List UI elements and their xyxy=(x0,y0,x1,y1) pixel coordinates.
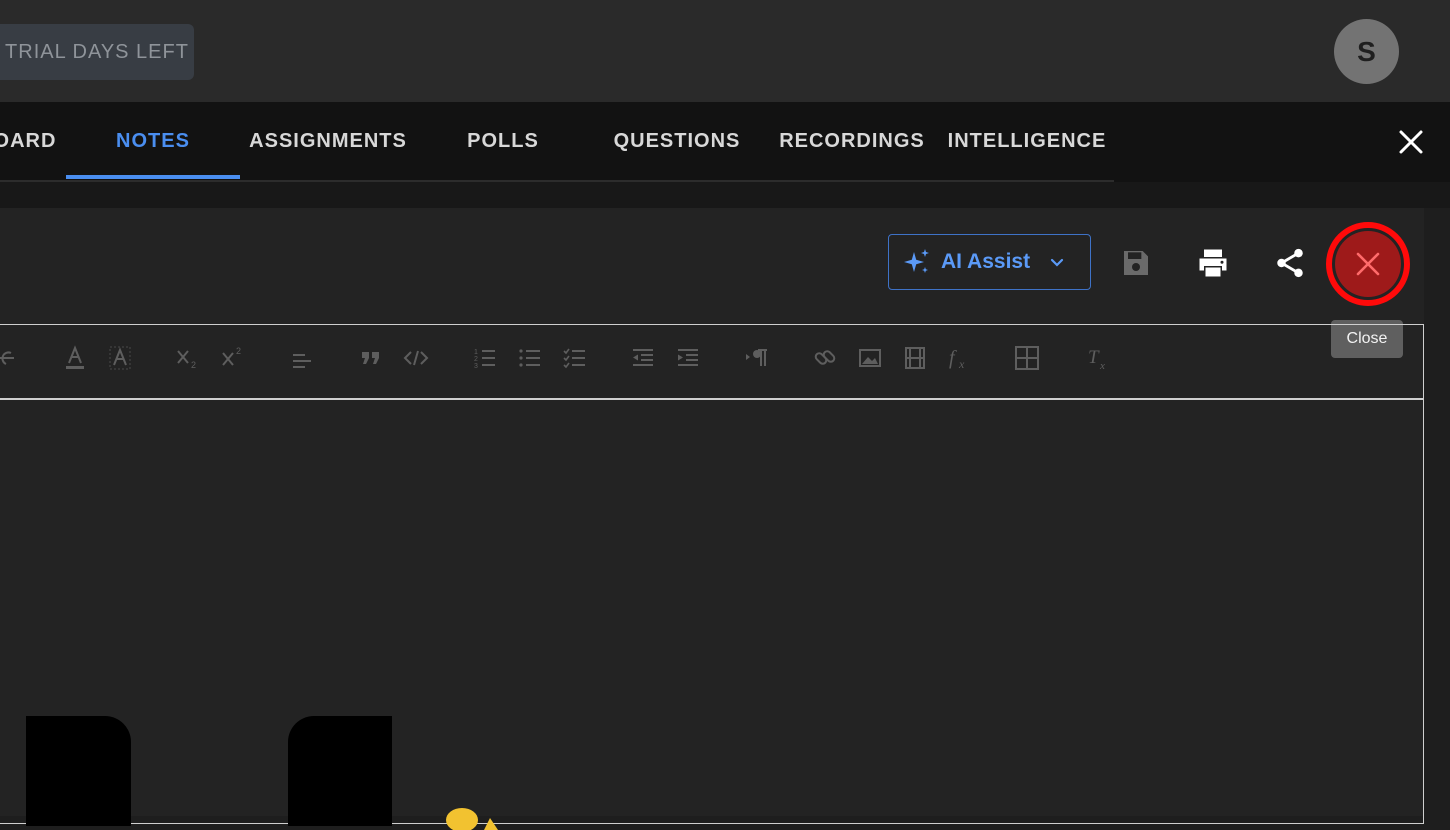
avatar-letter: S xyxy=(1357,35,1376,67)
text-direction-button[interactable] xyxy=(739,340,775,376)
sparkle-icon xyxy=(904,249,929,273)
chevron-down-icon xyxy=(1050,258,1064,267)
tab-label: NOTES xyxy=(116,129,190,152)
close-icon xyxy=(1356,252,1380,276)
active-tab-indicator xyxy=(66,175,240,179)
tab-label: POLLS xyxy=(467,129,539,152)
svg-text:x: x xyxy=(958,357,965,371)
link-button[interactable] xyxy=(807,340,843,376)
indent-icon xyxy=(678,349,698,366)
strikethrough-button[interactable] xyxy=(0,340,24,376)
content-block xyxy=(288,716,392,826)
outdent-icon xyxy=(633,349,653,366)
share-icon xyxy=(1277,248,1303,278)
ordered-list-icon: 123 xyxy=(474,349,495,370)
save-icon xyxy=(1124,251,1148,275)
separator-strip xyxy=(0,182,1450,208)
tab-recordings[interactable]: RECORDINGS xyxy=(774,102,930,180)
code-icon xyxy=(403,350,429,366)
svg-text:2: 2 xyxy=(474,356,478,363)
save-button[interactable] xyxy=(1115,242,1157,284)
tab-label: ASSIGNMENTS xyxy=(249,129,407,152)
tab-polls[interactable]: POLLS xyxy=(440,102,566,180)
subscript-button[interactable]: 2 xyxy=(170,340,206,376)
close-note-button[interactable] xyxy=(1326,222,1410,306)
tab-intelligence[interactable]: INTELLIGENCE xyxy=(942,102,1112,180)
svg-text:3: 3 xyxy=(474,363,478,370)
tab-label: INTELLIGENCE xyxy=(947,129,1107,152)
svg-text:f: f xyxy=(949,347,957,369)
ai-assist-label: AI Assist xyxy=(941,250,1031,273)
formula-icon: fx xyxy=(949,347,965,371)
trial-days-badge[interactable]: TRIAL DAYS LEFT xyxy=(0,24,194,80)
image-icon xyxy=(859,349,881,367)
print-icon xyxy=(1199,249,1227,277)
svg-text:x: x xyxy=(1099,360,1105,371)
text-direction-icon xyxy=(746,349,767,366)
tabs-bar: OARD NOTES ASSIGNMENTS POLLS QUESTIONS R… xyxy=(0,102,1450,182)
font-color-button[interactable] xyxy=(57,340,93,376)
outdent-button[interactable] xyxy=(625,340,661,376)
close-button-fill xyxy=(1335,231,1401,297)
align-icon xyxy=(293,354,311,368)
share-button[interactable] xyxy=(1269,242,1311,284)
tab-questions[interactable]: QUESTIONS xyxy=(600,102,754,180)
top-bar: TRIAL DAYS LEFT S xyxy=(0,0,1450,102)
tab-assignments[interactable]: ASSIGNMENTS xyxy=(240,102,416,180)
checklist-icon xyxy=(563,348,585,369)
tab-dashboard[interactable]: OARD xyxy=(0,102,58,180)
strikethrough-icon xyxy=(0,351,14,365)
avatar[interactable]: S xyxy=(1334,19,1399,84)
image-button[interactable] xyxy=(852,340,888,376)
print-button[interactable] xyxy=(1192,242,1234,284)
bullet-list-icon xyxy=(519,349,540,367)
svg-text:2: 2 xyxy=(191,360,196,370)
svg-text:T: T xyxy=(1088,347,1100,368)
close-icon xyxy=(1399,130,1423,154)
align-button[interactable] xyxy=(284,340,320,376)
highlight-color-icon xyxy=(109,346,131,370)
svg-text:2: 2 xyxy=(236,346,241,356)
video-icon xyxy=(905,347,925,369)
blockquote-icon xyxy=(362,352,379,364)
tab-notes[interactable]: NOTES xyxy=(66,102,240,180)
font-color-icon xyxy=(66,345,84,369)
svg-text:1: 1 xyxy=(474,349,478,356)
code-block-button[interactable] xyxy=(398,340,434,376)
blockquote-button[interactable] xyxy=(353,340,389,376)
content-block xyxy=(26,716,131,826)
indent-button[interactable] xyxy=(670,340,706,376)
bullet-list-button[interactable] xyxy=(512,340,548,376)
superscript-button[interactable]: 2 xyxy=(215,340,251,376)
checklist-button[interactable] xyxy=(557,340,593,376)
emoji-image xyxy=(446,808,498,830)
formula-button[interactable]: fx xyxy=(942,340,978,376)
toolbar-divider xyxy=(0,398,1424,400)
ordered-list-button[interactable]: 123 xyxy=(467,340,503,376)
ai-assist-button[interactable]: AI Assist xyxy=(888,234,1091,290)
link-icon xyxy=(814,350,836,365)
highlight-color-button[interactable] xyxy=(102,340,138,376)
trial-days-text: TRIAL DAYS LEFT xyxy=(5,40,189,63)
table-button[interactable] xyxy=(1009,340,1045,376)
close-panel-button[interactable] xyxy=(1392,123,1430,161)
clear-format-icon: Tx xyxy=(1088,347,1105,371)
table-icon xyxy=(1015,346,1039,370)
tab-label: RECORDINGS xyxy=(779,129,925,152)
subscript-icon: 2 xyxy=(177,350,196,370)
tab-label: QUESTIONS xyxy=(613,129,741,152)
video-button[interactable] xyxy=(897,340,933,376)
clear-format-button[interactable]: Tx xyxy=(1080,340,1116,376)
tab-label: OARD xyxy=(0,129,57,152)
superscript-icon: 2 xyxy=(222,346,241,366)
